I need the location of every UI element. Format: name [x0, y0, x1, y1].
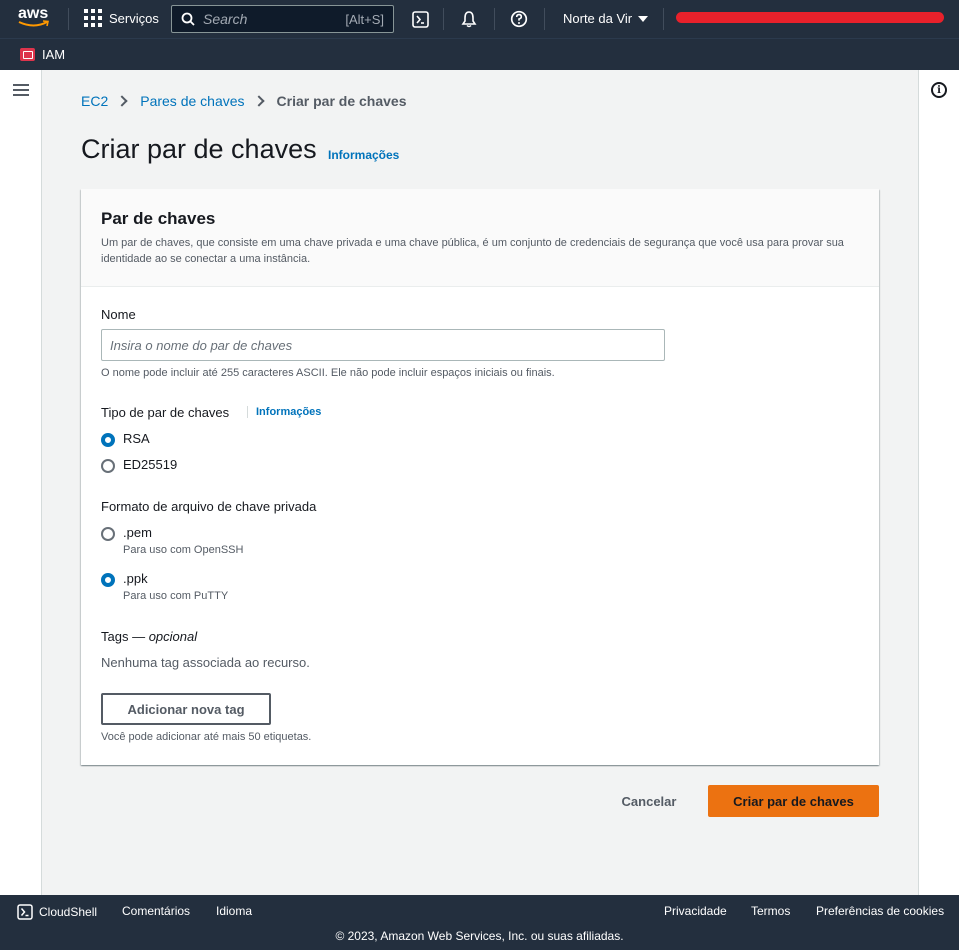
footer: CloudShell Comentários Idioma Privacidad…	[0, 895, 959, 950]
bell-icon	[461, 11, 477, 28]
breadcrumb-ec2[interactable]: EC2	[81, 93, 108, 109]
radio-rsa[interactable]: RSA	[101, 431, 150, 447]
radio-ed25519[interactable]: ED25519	[101, 457, 177, 473]
footer-feedback-link[interactable]: Comentários	[122, 904, 190, 918]
top-navigation: aws Serviços [Alt+S]	[0, 0, 959, 38]
breadcrumb-key-pairs[interactable]: Pares de chaves	[140, 93, 244, 109]
footer-terms-link[interactable]: Termos	[751, 904, 790, 918]
tags-label: Tags — opcional	[101, 629, 197, 644]
no-tags-message: Nenhuma tag associada ao recurso.	[101, 655, 310, 670]
panel-description: Um par de chaves, que consiste em uma ch…	[101, 237, 844, 265]
name-hint: O nome pode incluir até 255 caracteres A…	[101, 367, 555, 379]
nav-divider	[443, 8, 444, 30]
radio-label: .ppk	[123, 571, 148, 586]
footer-cloudshell-link[interactable]: CloudShell	[17, 904, 97, 920]
help-icon	[510, 10, 528, 28]
page-title: Criar par de chaves	[81, 134, 317, 164]
cloudshell-icon	[411, 10, 429, 28]
key-type-label: Tipo de par de chaves	[101, 405, 230, 420]
format-label: Formato de arquivo de chave privada	[101, 499, 317, 514]
radio-label: RSA	[123, 431, 150, 446]
services-label: Serviços	[109, 10, 159, 26]
info-icon[interactable]: i	[931, 82, 947, 98]
nav-divider	[68, 8, 69, 30]
tags-optional-text: opcional	[148, 629, 198, 644]
key-type-info-link[interactable]: Informações	[247, 406, 321, 418]
favorite-iam-label: IAM	[42, 47, 66, 62]
panel-title: Par de chaves	[101, 209, 216, 228]
grid-icon	[84, 9, 102, 27]
search-box[interactable]: [Alt+S]	[171, 5, 394, 33]
radio-ppk[interactable]: .ppk Para uso com PuTTY	[101, 571, 228, 602]
add-tag-button[interactable]: Adicionar nova tag	[101, 693, 271, 725]
search-shortcut: [Alt+S]	[345, 11, 384, 27]
left-navigation-rail	[0, 70, 42, 895]
radio-description: Para uso com PuTTY	[123, 590, 229, 602]
notifications-button[interactable]	[459, 9, 479, 29]
chevron-right-icon	[252, 95, 265, 107]
breadcrumb: EC2 Pares de chaves Criar par de chaves	[81, 93, 407, 109]
key-pair-panel: Par de chaves Um par de chaves, que cons…	[81, 189, 879, 765]
footer-language-link[interactable]: Idioma	[216, 904, 252, 918]
cloudshell-button[interactable]	[410, 9, 430, 29]
radio-button[interactable]	[101, 527, 115, 541]
search-icon	[181, 12, 195, 26]
footer-copyright: © 2023, Amazon Web Services, Inc. ou sua…	[335, 929, 624, 943]
radio-description: Para uso com OpenSSH	[123, 544, 244, 556]
breadcrumb-current: Criar par de chaves	[276, 93, 407, 109]
chevron-right-icon	[116, 95, 128, 107]
radio-button-checked[interactable]	[101, 573, 115, 587]
region-selector[interactable]: Norte da Vir	[563, 11, 649, 26]
region-label: Norte da Vir	[563, 11, 633, 26]
help-button[interactable]	[509, 9, 529, 29]
tags-label-text: Tags —	[101, 629, 146, 644]
name-label: Nome	[101, 307, 136, 322]
search-input[interactable]	[203, 11, 346, 27]
radio-label: .pem	[123, 525, 152, 540]
footer-privacy-link[interactable]: Privacidade	[664, 904, 727, 918]
nav-divider	[663, 8, 664, 30]
iam-service-icon	[20, 48, 35, 61]
right-tools-rail: i	[918, 70, 959, 895]
menu-icon[interactable]	[13, 84, 29, 96]
cancel-button[interactable]: Cancelar	[604, 785, 694, 817]
radio-button[interactable]	[101, 459, 115, 473]
radio-label: ED25519	[123, 457, 178, 472]
caret-down-icon	[638, 15, 649, 22]
footer-cookies-link[interactable]: Preferências de cookies	[816, 904, 944, 918]
key-pair-name-input[interactable]	[101, 329, 665, 361]
aws-logo[interactable]: aws	[18, 6, 52, 32]
nav-divider	[544, 8, 545, 30]
cloudshell-icon	[17, 904, 33, 920]
aws-smile-icon	[18, 20, 49, 27]
services-menu-button[interactable]: Serviços	[84, 9, 159, 27]
tag-limit-hint: Você pode adicionar até mais 50 etiqueta…	[101, 731, 312, 743]
nav-divider	[494, 8, 495, 30]
cloudshell-label: CloudShell	[39, 905, 98, 919]
create-key-pair-button[interactable]: Criar par de chaves	[708, 785, 879, 817]
panel-header: Par de chaves Um par de chaves, que cons…	[81, 189, 879, 287]
radio-button-checked[interactable]	[101, 433, 115, 447]
account-menu-redacted[interactable]	[676, 12, 944, 23]
favorite-iam-link[interactable]: IAM	[20, 47, 65, 62]
favorites-bar: IAM	[0, 38, 959, 70]
radio-pem[interactable]: .pem Para uso com OpenSSH	[101, 525, 243, 556]
page-info-link[interactable]: Informações	[328, 148, 399, 162]
